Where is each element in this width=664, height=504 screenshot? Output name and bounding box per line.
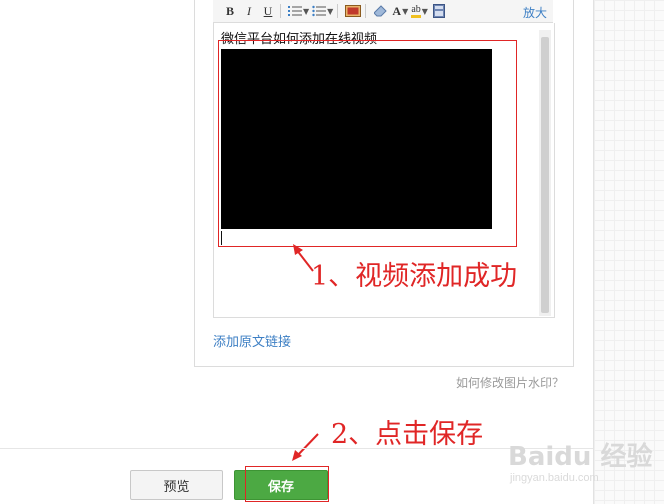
ordered-list-icon	[288, 6, 302, 16]
bold-button[interactable]: B	[222, 2, 238, 20]
bullet-list-icon	[312, 5, 327, 17]
document-button[interactable]	[431, 2, 447, 20]
insert-image-button[interactable]	[345, 2, 362, 20]
eraser-button[interactable]	[373, 2, 389, 20]
toolbar-divider	[337, 4, 339, 18]
bullet-list-button[interactable]: ▼	[312, 2, 333, 20]
right-side-panel	[593, 0, 664, 504]
toolbar-divider	[280, 4, 281, 18]
footer-divider	[0, 448, 593, 449]
highlight-button[interactable]: ab ▼	[411, 2, 428, 20]
chevron-down-icon: ▼	[327, 6, 334, 16]
ordered-list-button[interactable]: ▼	[288, 2, 309, 20]
font-color-icon: A	[392, 3, 402, 18]
eraser-icon	[374, 5, 388, 17]
image-icon	[345, 5, 362, 17]
document-icon	[432, 4, 445, 18]
chevron-down-icon: ▼	[303, 6, 310, 16]
editor-toolbar: B I U ▼ ▼ A ▼ ab ▼ 放大	[213, 0, 553, 23]
toolbar-divider	[365, 4, 367, 18]
annotation-step1-label: 1、视频添加成功	[311, 261, 518, 292]
preview-button[interactable]: 预览	[130, 470, 223, 500]
baidu-watermark-url: jingyan.baidu.com	[510, 472, 599, 484]
annotation-step2-label: 2、点击保存	[331, 419, 484, 450]
font-color-button[interactable]: A ▼	[392, 2, 408, 20]
annotation-box-video	[218, 40, 517, 247]
scrollbar-thumb[interactable]	[541, 37, 549, 313]
watermark-help-link[interactable]: 如何修改图片水印？	[456, 374, 564, 391]
annotation-box-save	[245, 466, 329, 502]
highlight-icon: ab	[411, 4, 421, 18]
italic-button[interactable]: I	[241, 2, 257, 20]
underline-button[interactable]: U	[260, 2, 276, 20]
add-source-link[interactable]: 添加原文链接	[213, 331, 291, 350]
expand-link[interactable]: 放大	[523, 4, 547, 21]
editor-scrollbar[interactable]	[539, 30, 551, 316]
chevron-down-icon: ▼	[421, 6, 428, 16]
chevron-down-icon: ▼	[402, 6, 409, 16]
baidu-watermark: Baidu 经验	[508, 442, 653, 472]
